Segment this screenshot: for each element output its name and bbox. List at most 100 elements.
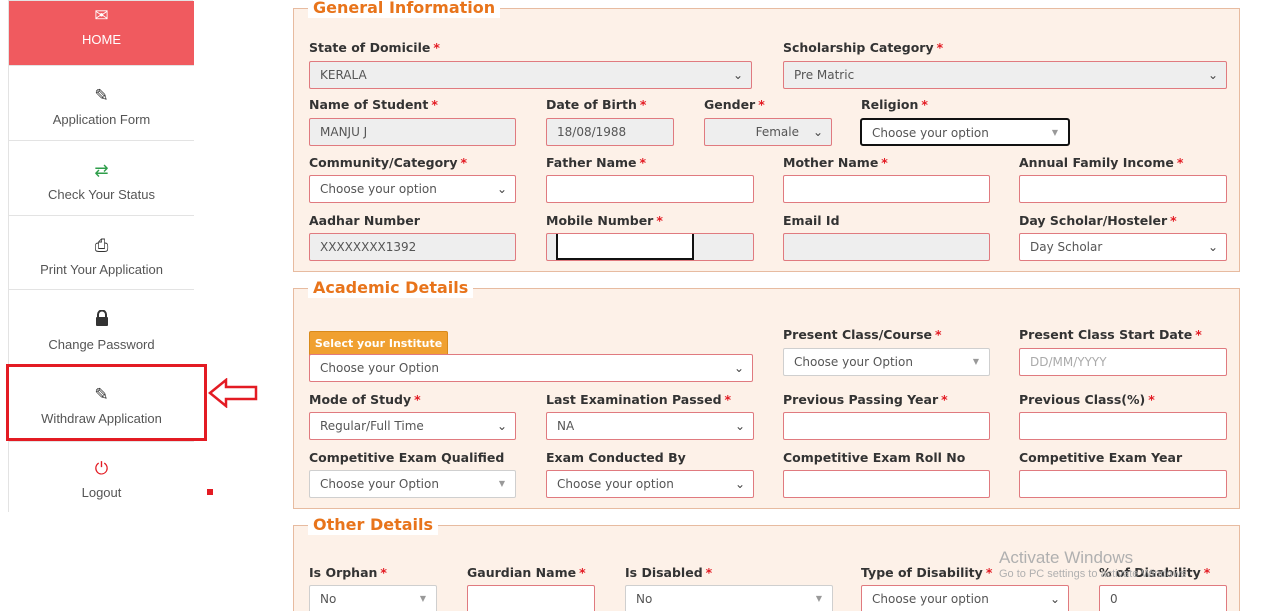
- mobile-field[interactable]: [546, 233, 754, 261]
- prev-class-field[interactable]: [1019, 412, 1227, 440]
- print-icon: ⎙: [94, 236, 109, 255]
- last-exam-label: Last Examination Passed *: [546, 392, 732, 407]
- orphan-label: Is Orphan *: [309, 565, 387, 580]
- state-select[interactable]: KERALA ⌄: [309, 61, 752, 89]
- state-label: State of Domicile *: [309, 40, 440, 55]
- start-date-label: Present Class Start Date *: [1019, 327, 1202, 342]
- chevron-down-icon: ⌄: [1049, 592, 1060, 606]
- aadhar-label: Aadhar Number: [309, 213, 420, 228]
- transfer-icon: ⇄: [94, 161, 109, 180]
- dob-field[interactable]: 18/08/1988: [546, 118, 674, 146]
- aadhar-field[interactable]: XXXXXXXX1392: [309, 233, 516, 261]
- chevron-down-icon: ⌄: [733, 361, 744, 375]
- chevron-down-icon: ⌄: [496, 419, 507, 433]
- red-dot: [207, 489, 213, 495]
- sidebar-item-label: Application Form: [52, 112, 151, 127]
- sidebar-item-label: HOME: [82, 32, 121, 47]
- section-title: Academic Details: [308, 278, 474, 298]
- redaction-box: [556, 234, 694, 260]
- gender-select[interactable]: Female ⌄: [704, 118, 832, 146]
- community-label: Community/Category *: [309, 155, 468, 170]
- activate-windows-watermark: Activate Windows Go to PC settings to ac…: [999, 548, 1187, 580]
- mobile-label: Mobile Number *: [546, 213, 663, 228]
- caret-down-icon: ▼: [419, 594, 426, 603]
- disabled-select[interactable]: No ▼: [625, 585, 833, 611]
- institute-select[interactable]: Choose your Option ⌄: [309, 354, 753, 382]
- chevron-down-icon: ⌄: [734, 419, 745, 433]
- disability-type-select[interactable]: Choose your option ⌄: [861, 585, 1069, 611]
- name-label: Name of Student *: [309, 97, 438, 112]
- sidebar-item-check-status[interactable]: ⇄ Check Your Status: [9, 141, 194, 216]
- general-information-section: General Information State of Domicile * K…: [293, 0, 1240, 272]
- day-scholar-select[interactable]: Day Scholar ⌄: [1019, 233, 1227, 261]
- chevron-down-icon: ⌄: [1207, 240, 1218, 254]
- lock-icon: [9, 309, 194, 331]
- comp-exam-select[interactable]: Choose your Option ▼: [309, 470, 516, 498]
- power-icon: ⏻: [94, 459, 109, 478]
- day-scholar-label: Day Scholar/Hosteler *: [1019, 213, 1177, 228]
- sidebar-item-label: Check Your Status: [48, 187, 155, 202]
- sidebar-item-label: Print Your Application: [40, 262, 163, 277]
- student-name-field[interactable]: MANJU J: [309, 118, 516, 146]
- sidebar-item-label: Logout: [81, 485, 122, 500]
- chevron-down-icon: ⌄: [496, 182, 507, 196]
- religion-label: Religion *: [861, 97, 928, 112]
- caret-down-icon: ▼: [815, 594, 822, 603]
- sidebar-item-logout[interactable]: ⏻ Logout: [9, 442, 194, 512]
- chevron-down-icon: ⌄: [812, 125, 823, 139]
- gender-label: Gender *: [704, 97, 765, 112]
- chevron-down-icon: ⌄: [732, 68, 743, 82]
- sidebar-item-application-form[interactable]: ✎ Application Form: [9, 66, 194, 141]
- sidebar-item-print-application[interactable]: ⎙ Print Your Application: [9, 216, 194, 290]
- comp-year-label: Competitive Exam Year: [1019, 450, 1183, 465]
- section-title: General Information: [308, 0, 501, 18]
- roll-no-field[interactable]: [783, 470, 990, 498]
- father-name-label: Father Name *: [546, 155, 647, 170]
- roll-no-label: Competitive Exam Roll No: [783, 450, 966, 465]
- orphan-select[interactable]: No ▼: [309, 585, 437, 611]
- income-label: Annual Family Income *: [1019, 155, 1184, 170]
- academic-details-section: Academic Details Select your Institute C…: [293, 278, 1240, 509]
- guardian-label: Gaurdian Name *: [467, 565, 586, 580]
- sidebar-item-home[interactable]: ✉ HOME: [9, 1, 194, 66]
- present-class-label: Present Class/Course *: [783, 327, 942, 342]
- envelope-icon: ✉: [94, 6, 109, 25]
- disability-type-label: Type of Disability *: [861, 565, 993, 580]
- prev-class-label: Previous Class(%) *: [1019, 392, 1155, 407]
- dob-label: Date of Birth *: [546, 97, 647, 112]
- last-exam-select[interactable]: NA ⌄: [546, 412, 754, 440]
- scholarship-label: Scholarship Category *: [783, 40, 944, 55]
- comp-exam-label: Competitive Exam Qualified: [309, 450, 505, 465]
- mode-of-study-label: Mode of Study *: [309, 392, 421, 407]
- scholarship-select[interactable]: Pre Matric ⌄: [783, 61, 1227, 89]
- caret-down-icon: ▼: [1051, 128, 1058, 137]
- disabled-label: Is Disabled *: [625, 565, 713, 580]
- religion-select[interactable]: Choose your option ▼: [860, 118, 1070, 146]
- income-field[interactable]: [1019, 175, 1227, 203]
- caret-down-icon: ▼: [498, 479, 505, 488]
- start-date-field[interactable]: DD/MM/YYYY: [1019, 348, 1227, 376]
- section-title: Other Details: [308, 515, 439, 535]
- email-field[interactable]: [783, 233, 990, 261]
- chevron-down-icon: ⌄: [734, 477, 745, 491]
- mother-name-label: Mother Name *: [783, 155, 888, 170]
- conducted-by-label: Exam Conducted By: [546, 450, 686, 465]
- prev-year-field[interactable]: [783, 412, 990, 440]
- pointer-arrow-icon: [208, 377, 258, 412]
- community-select[interactable]: Choose your option ⌄: [309, 175, 516, 203]
- sidebar-item-change-password[interactable]: Change Password: [9, 290, 194, 365]
- conducted-by-select[interactable]: Choose your option ⌄: [546, 470, 754, 498]
- mode-of-study-select[interactable]: Regular/Full Time ⌄: [309, 412, 516, 440]
- comp-year-field[interactable]: [1019, 470, 1227, 498]
- edit-icon: ✎: [94, 86, 109, 105]
- email-label: Email Id: [783, 213, 840, 228]
- mother-name-field[interactable]: [783, 175, 990, 203]
- prev-year-label: Previous Passing Year *: [783, 392, 948, 407]
- chevron-down-icon: ⌄: [1207, 68, 1218, 82]
- guardian-field[interactable]: [467, 585, 595, 611]
- disability-pct-field[interactable]: 0: [1099, 585, 1227, 611]
- caret-down-icon: ▼: [972, 357, 979, 366]
- highlight-box: [6, 364, 207, 441]
- present-class-select[interactable]: Choose your Option ▼: [783, 348, 990, 376]
- father-name-field[interactable]: [546, 175, 754, 203]
